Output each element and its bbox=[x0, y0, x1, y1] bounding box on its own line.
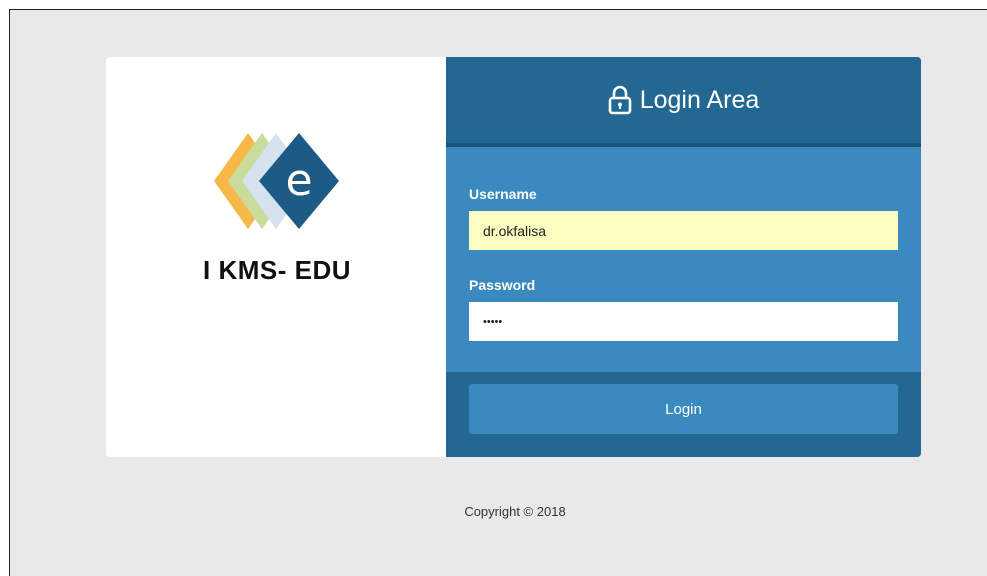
form-footer: Login bbox=[446, 372, 921, 457]
login-card: e I KMS- EDU Login Area Username Passwo bbox=[106, 57, 921, 457]
username-input[interactable] bbox=[469, 211, 898, 250]
brand-panel: e I KMS- EDU bbox=[106, 57, 446, 457]
form-header: Login Area bbox=[446, 57, 921, 147]
logo-letter: e bbox=[285, 155, 312, 206]
app-logo: e bbox=[214, 133, 339, 229]
login-form-panel: Login Area Username Password Login bbox=[446, 57, 921, 457]
header-title-row: Login Area bbox=[446, 85, 921, 115]
login-area-title: Login Area bbox=[639, 85, 760, 114]
login-button[interactable]: Login bbox=[469, 384, 898, 434]
brand-name: I KMS- EDU bbox=[203, 255, 351, 285]
password-input[interactable] bbox=[469, 302, 898, 341]
username-label: Username bbox=[469, 186, 537, 202]
copyright-text: Copyright © 2018 bbox=[464, 504, 566, 519]
lock-icon bbox=[608, 85, 632, 115]
page-viewport: e I KMS- EDU Login Area Username Passwo bbox=[9, 9, 987, 576]
password-label: Password bbox=[469, 277, 536, 293]
